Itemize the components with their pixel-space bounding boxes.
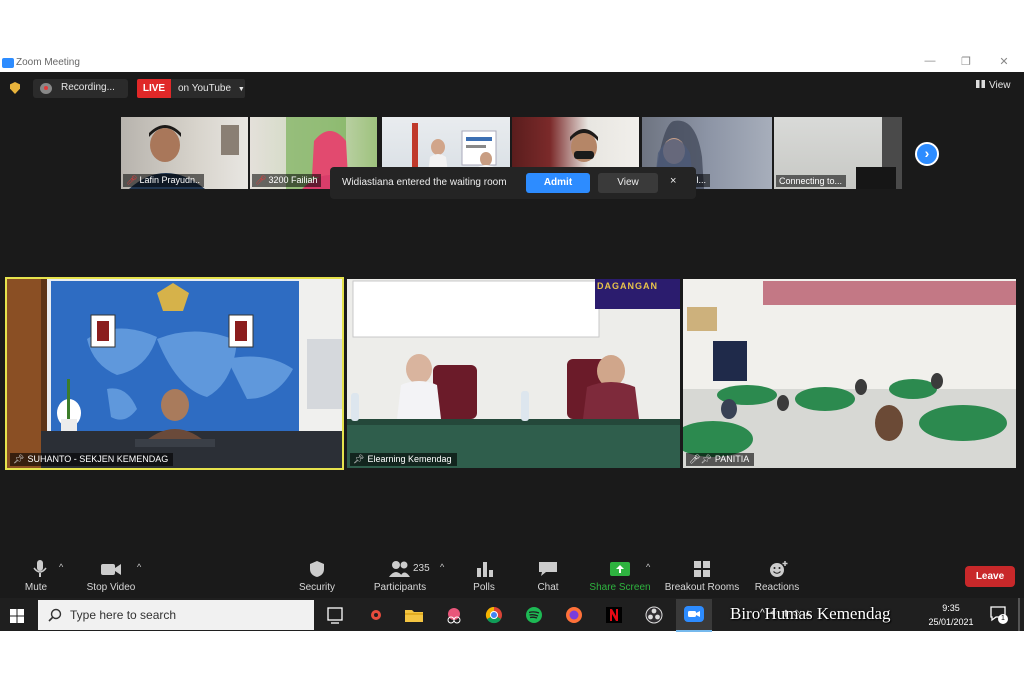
caret-down-icon: ▼ (237, 86, 245, 93)
reactions-icon[interactable] (766, 560, 790, 578)
spotify-icon[interactable] (522, 604, 546, 626)
participant-thumbnail[interactable]: 🎤︎ Lafin Prayudn.. (121, 117, 248, 189)
search-placeholder: Type here to search (70, 608, 177, 622)
clock-time: 9:35 (942, 603, 960, 613)
live-stream-dropdown[interactable]: on YouTube ▼ (171, 79, 245, 98)
participant-name: Lafin Prayudn.. (139, 175, 200, 185)
share-screen-label[interactable]: Share Screen (588, 582, 652, 593)
close-window-icon[interactable]: ✕ (994, 55, 1014, 71)
recording-label: Recording... (61, 82, 115, 93)
participant-name-tag: 🎤︎ Lafin Prayudn.. (123, 174, 204, 187)
clock-date: 25/01/2021 (928, 617, 974, 627)
view-layout-button[interactable]: View (976, 80, 1011, 91)
participant-video (347, 279, 680, 468)
snipping-tool-icon[interactable] (442, 604, 466, 626)
participant-count: 235 (413, 563, 430, 574)
participant-video (7, 279, 342, 468)
participant-name-tag: Connecting to... (776, 175, 847, 187)
netflix-icon[interactable] (602, 604, 626, 626)
breakout-rooms-icon[interactable] (690, 560, 714, 578)
video-camera-icon[interactable] (99, 560, 123, 578)
muted-mic-icon: 🎤︎ (126, 175, 138, 185)
breakout-rooms-label[interactable]: Breakout Rooms (664, 582, 740, 593)
chat-label[interactable]: Chat (532, 582, 564, 593)
muted-mic-icon: 🎤︎ (255, 175, 267, 185)
active-speaker-tile[interactable]: 📌︎ SUHANTO - SEKJEN KEMENDAG (5, 277, 344, 470)
participants-options-caret-icon[interactable]: ^ (440, 562, 444, 572)
admit-button[interactable]: Admit (526, 173, 590, 193)
pin-icon: 📌︎ (700, 454, 712, 464)
video-options-caret-icon[interactable]: ^ (137, 562, 141, 572)
show-desktop-strip[interactable] (1018, 598, 1020, 631)
taskbar-search-box[interactable]: Type here to search (38, 600, 314, 630)
grid-view-icon (976, 80, 985, 88)
next-page-arrow-icon[interactable]: › (915, 142, 939, 166)
live-badge: LIVE (137, 79, 171, 98)
pin-icon: 📌︎ (353, 454, 365, 464)
cloud-record-icon (40, 83, 52, 94)
mute-options-caret-icon[interactable]: ^ (59, 562, 63, 572)
live-target-label: on YouTube (178, 83, 232, 94)
watermark-text: Biro Humas Kemendag (730, 604, 891, 623)
share-options-caret-icon[interactable]: ^ (646, 562, 650, 572)
share-screen-icon[interactable] (608, 560, 632, 578)
muted-mic-icon: 🎤︎ (689, 454, 701, 464)
window-title-bar: Zoom Meeting — ❐ ✕ (0, 54, 1024, 72)
media-app-icon[interactable] (364, 604, 388, 626)
participants-label[interactable]: Participants (370, 582, 430, 593)
pin-icon: 📌︎ (13, 454, 25, 464)
polls-icon[interactable] (473, 560, 497, 578)
restore-icon[interactable]: ❐ (956, 55, 976, 71)
chat-icon[interactable] (536, 560, 560, 578)
window-title: Zoom Meeting (16, 57, 80, 68)
firefox-icon[interactable] (562, 604, 586, 626)
participant-name-tag: 📌︎ SUHANTO - SEKJEN KEMENDAG (10, 453, 174, 466)
participant-name: Elearning Kemendag (367, 454, 452, 464)
polls-label[interactable]: Polls (468, 582, 500, 593)
participant-name: PANITIA (714, 454, 750, 464)
security-label[interactable]: Security (296, 582, 338, 593)
microphone-icon[interactable] (28, 560, 52, 578)
mute-label[interactable]: Mute (16, 582, 56, 593)
windows-start-icon[interactable] (10, 609, 24, 623)
waiting-room-message: Widiastiana entered the waiting room (342, 177, 507, 188)
participants-icon[interactable] (388, 560, 412, 578)
taskbar-clock[interactable]: 9:35 25/01/2021 (924, 601, 978, 629)
participant-name-tag: 🎤︎📌︎ PANITIA (686, 453, 755, 466)
participant-tile[interactable]: DAGANGAN 📌︎ Elearning Kemendag (347, 279, 680, 468)
notification-count: 1 (998, 614, 1008, 624)
zoom-app-icon (684, 606, 704, 622)
waiting-room-notification: Widiastiana entered the waiting room Adm… (330, 167, 696, 199)
participant-video (683, 279, 1016, 468)
reactions-label[interactable]: Reactions (752, 582, 802, 593)
participant-name-tag: 🎤︎ 3200 Failiah (252, 174, 322, 187)
security-icon[interactable] (305, 560, 329, 578)
chrome-icon[interactable] (482, 604, 506, 626)
stop-video-label[interactable]: Stop Video (82, 582, 140, 593)
minimize-icon[interactable]: — (920, 55, 940, 71)
view-label: View (989, 80, 1011, 91)
recording-indicator[interactable]: Recording... (33, 79, 128, 98)
search-icon (48, 608, 62, 622)
participant-name-tag: 📌︎ Elearning Kemendag (350, 453, 457, 466)
participant-name: Connecting to... (779, 176, 843, 186)
taskbar-zoom-active[interactable] (676, 599, 712, 632)
obs-icon[interactable] (642, 604, 666, 626)
participant-name: 3200 Failiah (268, 175, 318, 185)
view-waiting-room-button[interactable]: View (598, 173, 658, 193)
task-view-icon[interactable] (323, 604, 347, 626)
participant-thumbnail[interactable]: Connecting to... (774, 117, 902, 189)
participant-tile[interactable]: 🎤︎📌︎ PANITIA (683, 279, 1016, 468)
file-explorer-icon[interactable] (402, 604, 426, 626)
banner-text: DAGANGAN (597, 281, 658, 291)
close-notification-icon[interactable]: × (670, 175, 676, 187)
participant-name: SUHANTO - SEKJEN KEMENDAG (27, 454, 169, 464)
zoom-logo-icon (2, 58, 14, 68)
leave-button[interactable]: Leave (965, 566, 1015, 587)
notification-center-icon[interactable]: 1 (988, 604, 1008, 624)
